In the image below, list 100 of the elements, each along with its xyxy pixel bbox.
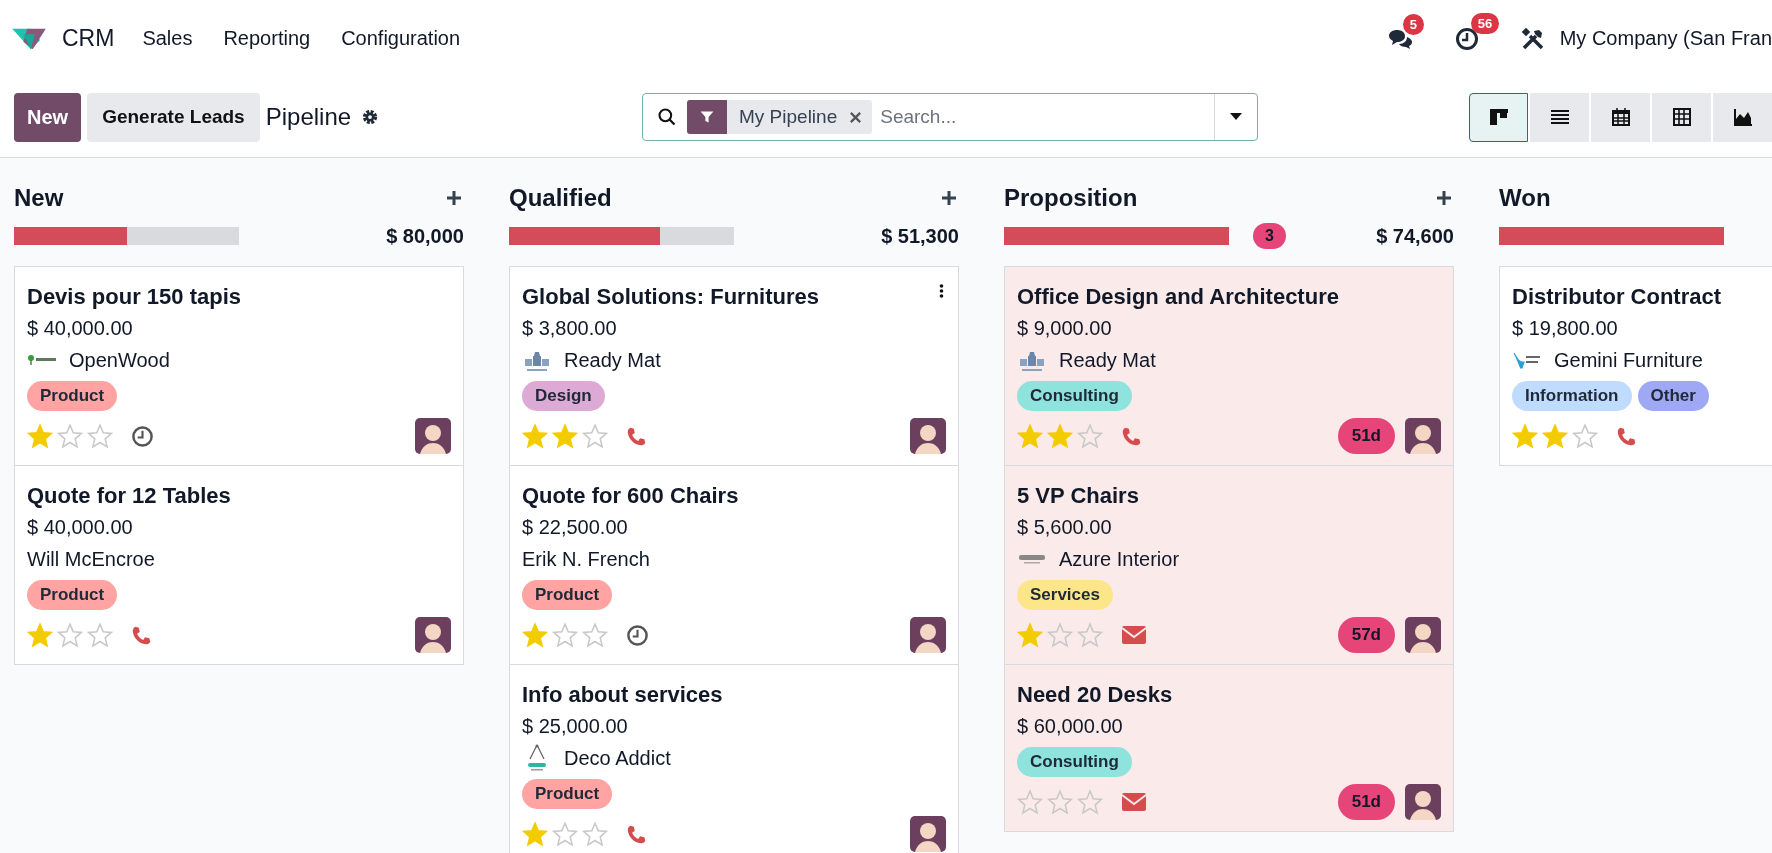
plus-icon[interactable]: [1436, 190, 1452, 206]
empty-star-icon[interactable]: [582, 821, 608, 847]
user-avatar[interactable]: [1405, 617, 1441, 653]
empty-star-icon[interactable]: [1017, 789, 1043, 815]
settings-icon[interactable]: [361, 108, 380, 126]
tools-icon[interactable]: [1520, 26, 1545, 51]
search-bar[interactable]: My Pipeline Search...: [642, 93, 1258, 141]
lead-card[interactable]: Quote for 12 Tables $ 40,000.00 Will McEncroe Product: [14, 465, 464, 665]
chat-icon[interactable]: [1386, 27, 1413, 50]
filled-star-icon[interactable]: [552, 423, 578, 449]
filled-star-icon[interactable]: [27, 622, 53, 648]
empty-star-icon[interactable]: [582, 423, 608, 449]
user-avatar[interactable]: [910, 816, 946, 852]
plus-icon[interactable]: [941, 190, 957, 206]
customer-name: Gemini Furniture: [1554, 348, 1703, 372]
tag: Other: [1637, 381, 1709, 411]
empty-star-icon[interactable]: [552, 821, 578, 847]
filled-star-icon[interactable]: [27, 423, 53, 449]
user-avatar[interactable]: [1405, 784, 1441, 820]
filled-star-icon[interactable]: [522, 821, 548, 847]
empty-star-icon[interactable]: [87, 622, 113, 648]
new-button[interactable]: New: [14, 92, 82, 142]
customer-name: Will McEncroe: [27, 547, 155, 571]
lead-card[interactable]: Need 20 Desks $ 60,000.00 Consulting 51d: [1004, 664, 1454, 832]
count-badge: 3: [1253, 223, 1286, 249]
customer-name: Ready Mat: [1059, 348, 1156, 372]
filter-facet[interactable]: My Pipeline: [687, 100, 873, 134]
filled-star-icon[interactable]: [1017, 622, 1043, 648]
lead-card[interactable]: Quote for 600 Chairs $ 22,500.00 Erik N. French Product: [509, 465, 959, 665]
email-icon[interactable]: [1121, 792, 1147, 812]
phone-icon[interactable]: [1121, 425, 1142, 447]
phone-icon[interactable]: [626, 425, 647, 447]
tag: Product: [27, 381, 118, 411]
empty-star-icon[interactable]: [87, 423, 113, 449]
list-view-button[interactable]: [1530, 92, 1589, 142]
menu-item[interactable]: Sales: [142, 27, 193, 50]
progress-bar[interactable]: [509, 227, 734, 245]
company-switcher[interactable]: My Company (San Fran: [1559, 27, 1772, 50]
empty-star-icon[interactable]: [582, 622, 608, 648]
lead-amount: $ 60,000.00: [1017, 714, 1124, 739]
empty-star-icon[interactable]: [1047, 622, 1073, 648]
empty-star-icon[interactable]: [1077, 789, 1103, 815]
clock-icon[interactable]: [1454, 26, 1479, 51]
empty-star-icon[interactable]: [57, 423, 83, 449]
menu-item[interactable]: Reporting: [223, 27, 311, 50]
empty-star-icon[interactable]: [1077, 423, 1103, 449]
lead-card[interactable]: Devis pour 150 tapis $ 40,000.00 OpenWood Product: [14, 266, 464, 466]
generate-leads-button[interactable]: Generate Leads: [87, 92, 260, 142]
column-title: New: [14, 184, 64, 212]
plus-icon[interactable]: [446, 190, 462, 206]
tag: Product: [522, 580, 613, 610]
lead-card[interactable]: Office Design and Architecture $ 9,000.00 Ready Mat Consulting 51d: [1004, 266, 1454, 466]
column-total: $ 51,300: [881, 224, 959, 248]
email-icon[interactable]: [1121, 625, 1147, 645]
clock-icon[interactable]: [626, 623, 649, 647]
user-avatar[interactable]: [1405, 418, 1441, 454]
lead-amount: $ 40,000.00: [27, 515, 134, 540]
lead-card[interactable]: Distributor Contract $ 19,800.00 Gemini Furniture Information Other: [1499, 266, 1772, 466]
close-icon[interactable]: [849, 110, 863, 124]
lead-card[interactable]: Global Solutions: Furnitures $ 3,800.00 Ready Mat Design: [509, 266, 959, 466]
caret-icon: [1230, 113, 1242, 121]
lead-card[interactable]: 5 VP Chairs $ 5,600.00 Azure Interior Services 57d: [1004, 465, 1454, 665]
filled-star-icon[interactable]: [1542, 423, 1568, 449]
graph-view-button[interactable]: [1713, 92, 1772, 142]
empty-star-icon[interactable]: [552, 622, 578, 648]
filter-icon: [699, 109, 715, 125]
filled-star-icon[interactable]: [1512, 423, 1538, 449]
user-avatar[interactable]: [415, 418, 451, 454]
empty-star-icon[interactable]: [1047, 789, 1073, 815]
menu-item[interactable]: Configuration: [341, 27, 461, 50]
filled-star-icon[interactable]: [522, 622, 548, 648]
user-avatar[interactable]: [910, 617, 946, 653]
days-badge: 51d: [1337, 418, 1395, 454]
app-name[interactable]: CRM: [62, 25, 115, 52]
progress-bar[interactable]: [14, 227, 239, 245]
empty-star-icon[interactable]: [57, 622, 83, 648]
user-avatar[interactable]: [910, 418, 946, 454]
calendar-view-button[interactable]: [1591, 92, 1650, 142]
lead-card[interactable]: Info about services $ 25,000.00 Deco Addict Product: [509, 664, 959, 853]
phone-icon[interactable]: [1616, 425, 1637, 447]
more-options-icon[interactable]: [939, 283, 944, 299]
grid-icon: [1671, 107, 1692, 127]
lead-amount: $ 5,600.00: [1017, 515, 1113, 540]
kanban-view-button[interactable]: [1469, 92, 1528, 142]
search-icon[interactable]: [657, 107, 677, 127]
lead-amount: $ 25,000.00: [522, 714, 629, 739]
lead-title: Distributor Contract: [1512, 283, 1721, 311]
tag: Design: [522, 381, 605, 411]
phone-icon[interactable]: [131, 624, 152, 646]
empty-star-icon[interactable]: [1077, 622, 1103, 648]
kanban-icon: [1488, 107, 1509, 127]
filled-star-icon[interactable]: [522, 423, 548, 449]
pivot-view-button[interactable]: [1652, 92, 1711, 142]
phone-icon[interactable]: [626, 823, 647, 845]
clock-icon[interactable]: [131, 424, 154, 448]
filled-star-icon[interactable]: [1047, 423, 1073, 449]
empty-star-icon[interactable]: [1572, 423, 1598, 449]
days-badge: 57d: [1337, 617, 1395, 653]
filled-star-icon[interactable]: [1017, 423, 1043, 449]
user-avatar[interactable]: [415, 617, 451, 653]
